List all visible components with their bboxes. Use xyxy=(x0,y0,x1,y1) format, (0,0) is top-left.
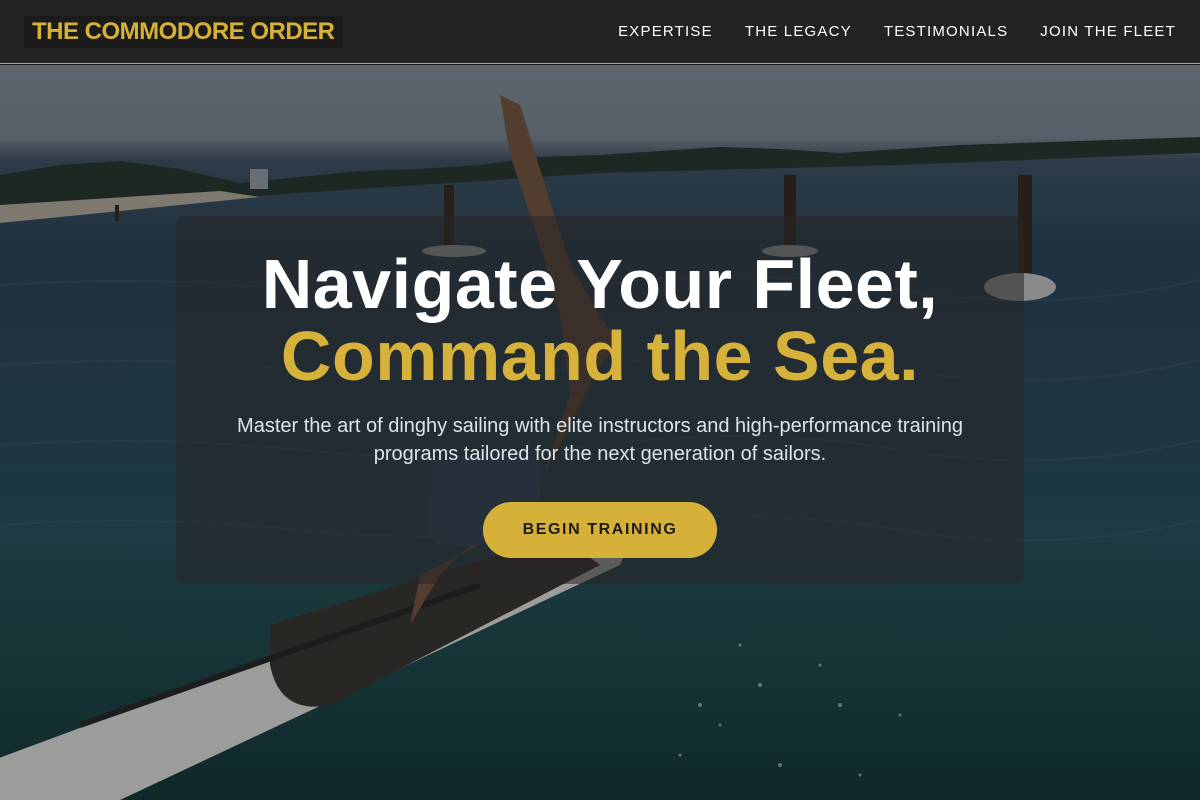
begin-training-button[interactable]: BEGIN TRAINING xyxy=(483,502,717,558)
nav-link-legacy[interactable]: THE LEGACY xyxy=(745,23,852,40)
nav-link-expertise[interactable]: EXPERTISE xyxy=(618,23,713,40)
hero-card: Navigate Your Fleet, Command the Sea. Ma… xyxy=(176,216,1024,584)
hero-subtext: Master the art of dinghy sailing with el… xyxy=(237,415,963,465)
headline-line-2: Command the Sea. xyxy=(280,317,920,395)
headline-line-1: Navigate Your Fleet, xyxy=(261,245,939,323)
hero-headline: Navigate Your Fleet, Command the Sea. xyxy=(176,248,1024,392)
brand-logo[interactable]: THE COMMODORE ORDER xyxy=(24,15,343,48)
nav-link-join-fleet[interactable]: JOIN THE FLEET xyxy=(1040,23,1176,40)
nav-menu: EXPERTISE THE LEGACY TESTIMONIALS JOIN T… xyxy=(618,23,1176,40)
nav-link-testimonials[interactable]: TESTIMONIALS xyxy=(884,23,1008,40)
top-navbar: THE COMMODORE ORDER EXPERTISE THE LEGACY… xyxy=(0,0,1200,64)
